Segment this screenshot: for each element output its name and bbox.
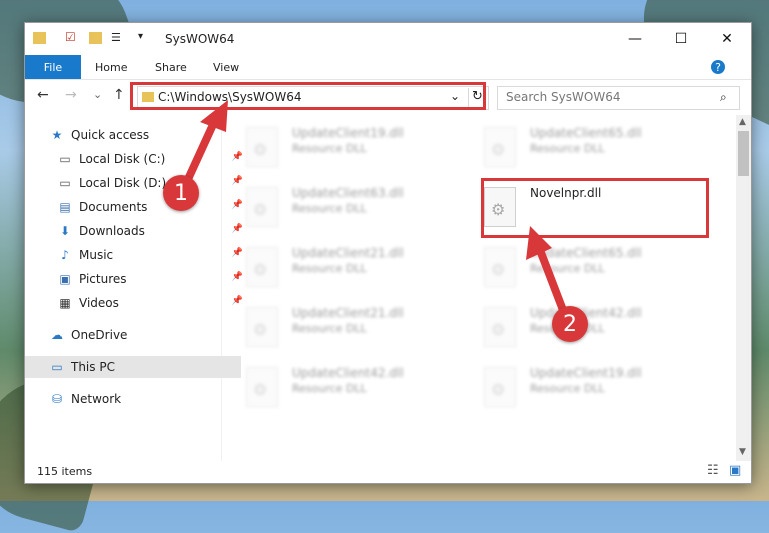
annotation-arrows bbox=[180, 100, 570, 322]
step-one-badge: 1 bbox=[163, 175, 199, 211]
step-two-badge: 2 bbox=[552, 306, 588, 342]
arrow-one-head bbox=[200, 100, 228, 132]
